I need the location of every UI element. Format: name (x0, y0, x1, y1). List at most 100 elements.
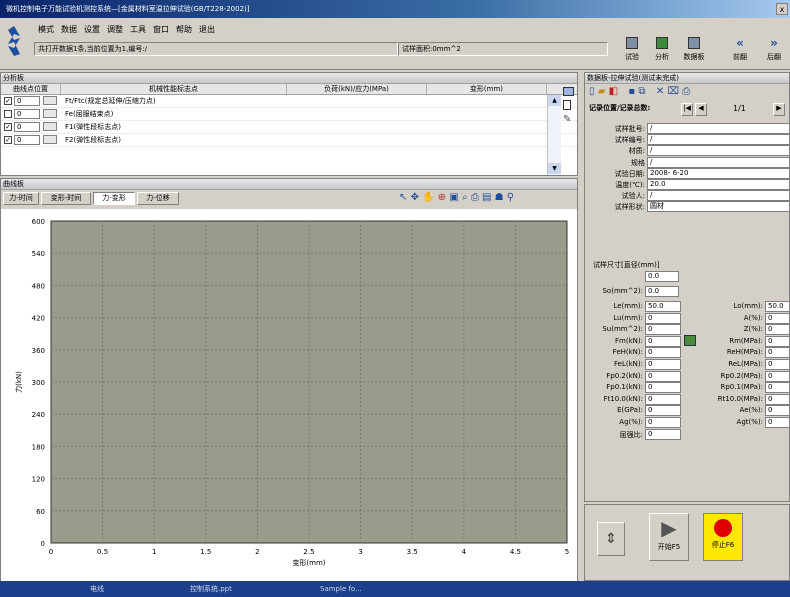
taskbar-item[interactable]: 控制系统.ppt (190, 581, 232, 597)
taskbar-item[interactable]: 电线 (90, 581, 104, 597)
field-value[interactable]: 2008- 6-20 (647, 167, 789, 179)
document-icon[interactable] (563, 100, 571, 110)
stop-icon (714, 519, 732, 537)
menu-item-4[interactable]: 工具 (130, 25, 146, 34)
export-icon[interactable]: ☗ (495, 192, 504, 203)
param-value[interactable]: 50.0 (645, 301, 681, 312)
prev-record-button[interactable]: ◀ (695, 103, 707, 116)
menu-item-2[interactable]: 设置 (84, 25, 100, 34)
row-slider[interactable] (43, 96, 57, 105)
tab-0[interactable]: 力-时间 (3, 192, 39, 205)
field-value[interactable]: / (647, 156, 789, 168)
param-value[interactable]: 0 (645, 359, 681, 370)
param-value[interactable]: 0 (765, 405, 789, 417)
stop-button[interactable]: 停止F6 (703, 513, 743, 561)
copy-icon[interactable]: ⧉ (638, 86, 645, 97)
menu-item-3[interactable]: 调整 (107, 25, 123, 34)
param-value[interactable]: 0 (645, 393, 681, 405)
menu-item-5[interactable]: 窗口 (153, 25, 169, 34)
open-icon[interactable]: ▰ (598, 86, 606, 97)
move-icon[interactable]: ✥ (411, 192, 419, 203)
row-checkbox[interactable]: ✓ (4, 97, 12, 105)
clear-icon[interactable]: ⌧ (667, 86, 679, 97)
import-icon[interactable]: ◧ (609, 86, 618, 97)
analysis-scrollbar[interactable]: ▲ ▼ (547, 95, 561, 175)
field-value[interactable]: 20.0 (647, 179, 789, 190)
next-record-button[interactable]: ▶ (773, 103, 785, 116)
edit-icon[interactable]: ✎ (563, 114, 577, 125)
param-label: ReH(MPa): (726, 348, 763, 357)
param-value[interactable]: 0 (765, 359, 789, 370)
jog-button[interactable]: ⇕ (597, 522, 625, 556)
calc-icon[interactable] (684, 335, 696, 346)
close-icon[interactable]: x (776, 3, 788, 15)
field-value[interactable]: / (647, 123, 789, 134)
param-value[interactable]: 0 (645, 370, 681, 382)
param-value[interactable]: 0 (645, 324, 681, 336)
row-position-field[interactable]: 0 (14, 109, 40, 119)
toolbar-button-分析[interactable]: 分析 (648, 34, 676, 66)
param-value[interactable]: 0 (645, 428, 681, 440)
toolbar-button-数据板[interactable]: 数据板 (680, 34, 708, 66)
row-position-field[interactable]: 0 (14, 96, 40, 106)
row-checkbox[interactable]: ✓ (4, 123, 12, 131)
scroll-down-icon[interactable]: ▼ (548, 163, 561, 174)
grid-icon[interactable] (563, 87, 574, 96)
param-value[interactable]: 0 (645, 417, 681, 428)
param-value[interactable]: 0 (765, 324, 789, 336)
row-slider[interactable] (43, 135, 57, 144)
row-slider[interactable] (43, 109, 57, 118)
tab-3[interactable]: 力-位移 (137, 192, 179, 205)
delete-icon[interactable]: ✕ (656, 86, 664, 97)
menu-item-7[interactable]: 退出 (199, 25, 215, 34)
zoom-icon[interactable]: ⌕ (462, 192, 468, 203)
menu-item-6[interactable]: 帮助 (176, 25, 192, 34)
menu-item-1[interactable]: 数据 (61, 25, 77, 34)
so-value-field[interactable]: 0.0 (645, 286, 679, 297)
param-value[interactable]: 0 (645, 335, 681, 347)
param-value[interactable]: 0 (765, 335, 789, 347)
zoom-in-icon[interactable]: ⊕ (438, 192, 446, 203)
print-data-icon[interactable]: ⎙ (682, 86, 690, 97)
row-position-field[interactable]: 0 (14, 135, 40, 145)
field-value[interactable]: / (647, 145, 789, 157)
new-icon[interactable]: ▯ (589, 86, 595, 97)
field-value[interactable]: 圆材 (647, 201, 789, 213)
save-icon[interactable]: ▪ (628, 86, 635, 97)
param-value[interactable]: 0 (765, 393, 789, 405)
param-value[interactable]: 0 (765, 370, 789, 382)
toolbar-button-前翻[interactable]: « 前翻 (726, 34, 754, 66)
param-value[interactable]: 0 (765, 382, 789, 394)
scroll-up-icon[interactable]: ▲ (548, 95, 561, 106)
menu-item-0[interactable]: 模式 (38, 25, 54, 34)
zoom-box-icon[interactable]: ▣ (449, 192, 458, 203)
y-tick-label: 240 (32, 411, 45, 419)
field-value[interactable]: / (647, 134, 789, 146)
param-value[interactable]: 0 (645, 405, 681, 417)
print-icon[interactable]: ⎙ (471, 192, 479, 203)
pan-icon[interactable]: ✋ (422, 192, 434, 203)
start-button[interactable]: ▶ 开始F5 (649, 513, 689, 561)
param-value[interactable]: 0 (765, 312, 789, 324)
toolbar-button-后翻[interactable]: » 后翻 (760, 34, 788, 66)
taskbar-item[interactable]: Sample fo... (320, 581, 362, 597)
first-record-button[interactable]: |◀ (681, 103, 693, 116)
param-value[interactable]: 0 (765, 347, 789, 359)
param-value[interactable]: 50.0 (765, 301, 789, 312)
pointer-icon[interactable]: ↖ (399, 192, 407, 203)
row-slider[interactable] (43, 122, 57, 131)
row-position-field[interactable]: 0 (14, 122, 40, 132)
param-value[interactable]: 0 (645, 312, 681, 324)
toolbar-button-试验[interactable]: 试验 (618, 34, 646, 66)
tab-2[interactable]: 力-变形 (93, 192, 135, 205)
param-value[interactable]: 0 (645, 347, 681, 359)
row-checkbox[interactable] (4, 110, 12, 118)
param-value[interactable]: 0 (765, 417, 789, 428)
pin-icon[interactable]: ⚲ (507, 192, 514, 203)
row-checkbox[interactable]: ✓ (4, 136, 12, 144)
chart-settings-icon[interactable]: ▤ (482, 192, 491, 203)
field-value[interactable]: / (647, 190, 789, 202)
param-value[interactable]: 0 (645, 382, 681, 394)
size-value-field[interactable]: 0.0 (645, 271, 679, 282)
tab-1[interactable]: 变形-时间 (41, 192, 91, 205)
